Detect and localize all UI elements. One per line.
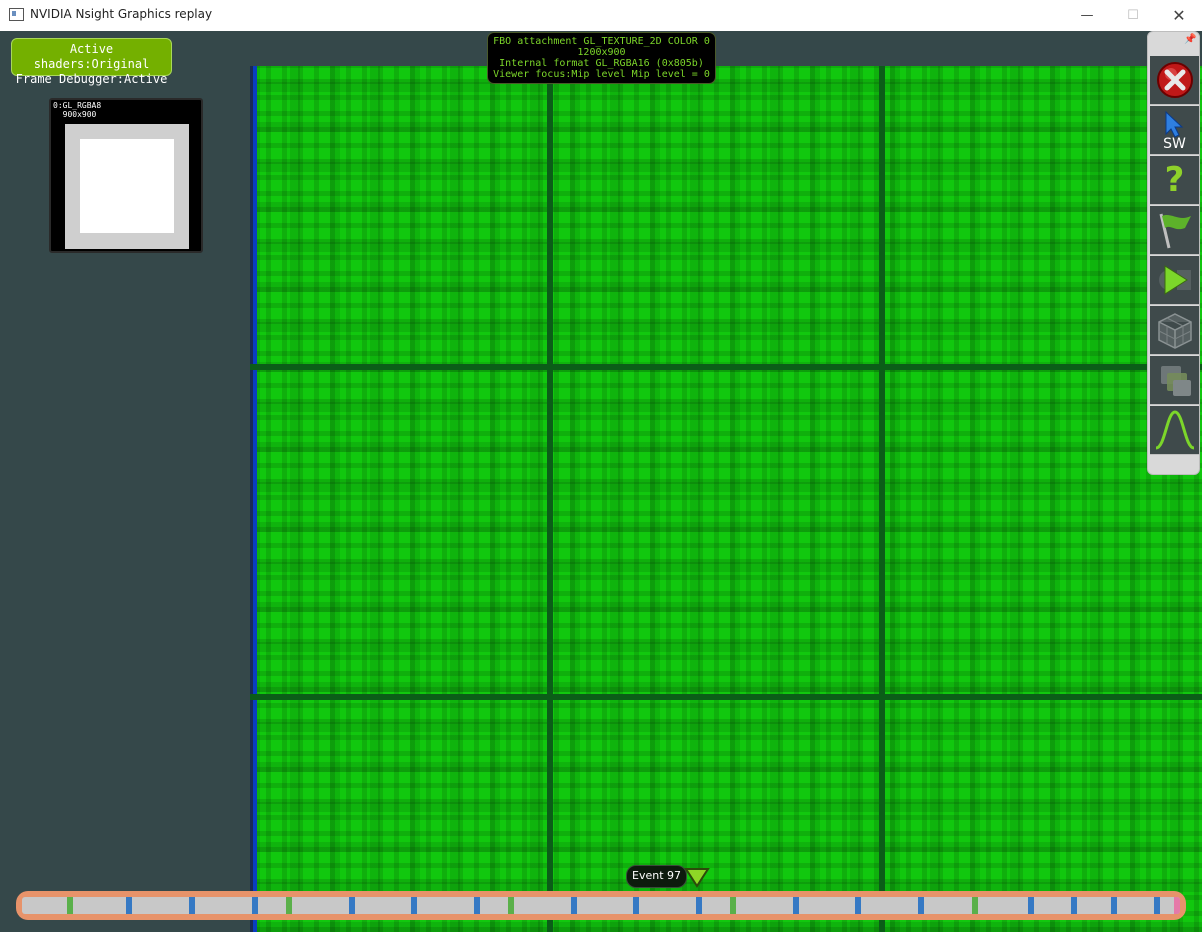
- timeline-marker-tick[interactable]: [972, 897, 978, 914]
- sw-label: SW: [1163, 136, 1186, 152]
- internal-format: Internal format GL_RGBA16 (0x805b): [499, 58, 704, 69]
- play-button[interactable]: [1150, 256, 1199, 305]
- thumbnail-size: 900x900: [62, 110, 97, 119]
- timeline-draw-tick[interactable]: [633, 897, 639, 914]
- viewer-focus: Viewer focus:Mip level Mip level = 0: [493, 69, 710, 80]
- timeline-draw-tick[interactable]: [918, 897, 924, 914]
- texture-viewer[interactable]: [250, 66, 1202, 932]
- grid-line-vertical: [879, 66, 885, 932]
- bell-curve-icon: [1154, 410, 1195, 450]
- timeline-draw-tick[interactable]: [1071, 897, 1077, 914]
- timeline-marker-tick[interactable]: [508, 897, 514, 914]
- timeline-marker-tick[interactable]: [730, 897, 736, 914]
- maximize-icon: ☐: [1127, 8, 1139, 23]
- viewer-left-edge: [250, 66, 257, 932]
- attachment-info-line: FBO attachment GL_TEXTURE_2D COLOR 0: [493, 36, 710, 47]
- timeline-draw-tick[interactable]: [855, 897, 861, 914]
- profiler-button[interactable]: [1150, 406, 1199, 455]
- status-overlay: Active shaders:Original Frame Debugger:A…: [11, 38, 172, 86]
- select-sw-button[interactable]: SW: [1150, 106, 1199, 155]
- frame-debugger-status: Frame Debugger:Active: [15, 72, 168, 86]
- stacked-layers-icon: [1160, 366, 1191, 396]
- help-button[interactable]: ?: [1150, 156, 1199, 205]
- minimize-icon: —: [1080, 8, 1094, 23]
- question-mark-icon: ?: [1164, 160, 1185, 200]
- layers-button[interactable]: [1150, 356, 1199, 405]
- render-target-thumbnail[interactable]: 0:GL_RGBA8 900x900: [49, 98, 203, 253]
- close-window-button[interactable]: ✕: [1156, 0, 1202, 31]
- timeline-draw-tick[interactable]: [571, 897, 577, 914]
- timeline-draw-tick[interactable]: [696, 897, 702, 914]
- geometry-button[interactable]: [1150, 306, 1199, 355]
- hud-toolbar: 📌 SW ?: [1147, 31, 1200, 475]
- timeline-draw-tick[interactable]: [1028, 897, 1034, 914]
- thumbnail-image: [65, 124, 189, 249]
- attachment-size: 1200x900: [577, 47, 626, 58]
- grid-line-horizontal: [250, 694, 1202, 700]
- flag-button[interactable]: [1150, 206, 1199, 255]
- timeline-marker-tick[interactable]: [67, 897, 73, 914]
- timeline-end-marker: [1174, 897, 1180, 914]
- timeline-marker-tick[interactable]: [286, 897, 292, 914]
- timeline-draw-tick[interactable]: [1154, 897, 1160, 914]
- red-x-close-icon: [1156, 62, 1193, 98]
- timeline-draw-tick[interactable]: [349, 897, 355, 914]
- timeline-draw-tick[interactable]: [411, 897, 417, 914]
- timeline-draw-tick[interactable]: [252, 897, 258, 914]
- timeline-draw-tick[interactable]: [474, 897, 480, 914]
- active-shaders-status: Active shaders:Original: [33, 42, 150, 71]
- maximize-button[interactable]: ☐: [1110, 0, 1156, 31]
- play-icon: [1158, 265, 1191, 295]
- app-window-icon: [9, 8, 24, 21]
- timeline-track[interactable]: [22, 897, 1180, 914]
- timeline-draw-tick[interactable]: [189, 897, 195, 914]
- window-title: NVIDIA Nsight Graphics replay: [30, 7, 213, 21]
- triangle-down-marker-icon[interactable]: [684, 866, 710, 888]
- green-flag-icon: [1159, 213, 1191, 249]
- timeline-draw-tick[interactable]: [1111, 897, 1117, 914]
- event-timeline[interactable]: [16, 891, 1186, 920]
- wireframe-cube-icon: [1157, 313, 1192, 349]
- grid-line-horizontal: [250, 364, 1202, 370]
- event-label: Event 97: [626, 865, 688, 888]
- thumbnail-image-inner: [80, 139, 174, 233]
- cursor-sw-icon: [1165, 110, 1183, 138]
- window-title-bar: NVIDIA Nsight Graphics replay — ☐ ✕: [0, 0, 1202, 31]
- timeline-draw-tick[interactable]: [793, 897, 799, 914]
- timeline-draw-tick[interactable]: [126, 897, 132, 914]
- close-icon: ✕: [1172, 6, 1186, 25]
- minimize-button[interactable]: —: [1064, 0, 1110, 31]
- grid-line-vertical: [547, 66, 553, 932]
- close-hud-button[interactable]: [1150, 56, 1199, 105]
- attachment-info-overlay: FBO attachment GL_TEXTURE_2D COLOR 0 120…: [487, 32, 716, 84]
- pin-icon[interactable]: 📌: [1184, 34, 1196, 46]
- thumbnail-label: 0:GL_RGBA8 900x900: [53, 101, 101, 119]
- thumbnail-format: 0:GL_RGBA8: [53, 101, 102, 110]
